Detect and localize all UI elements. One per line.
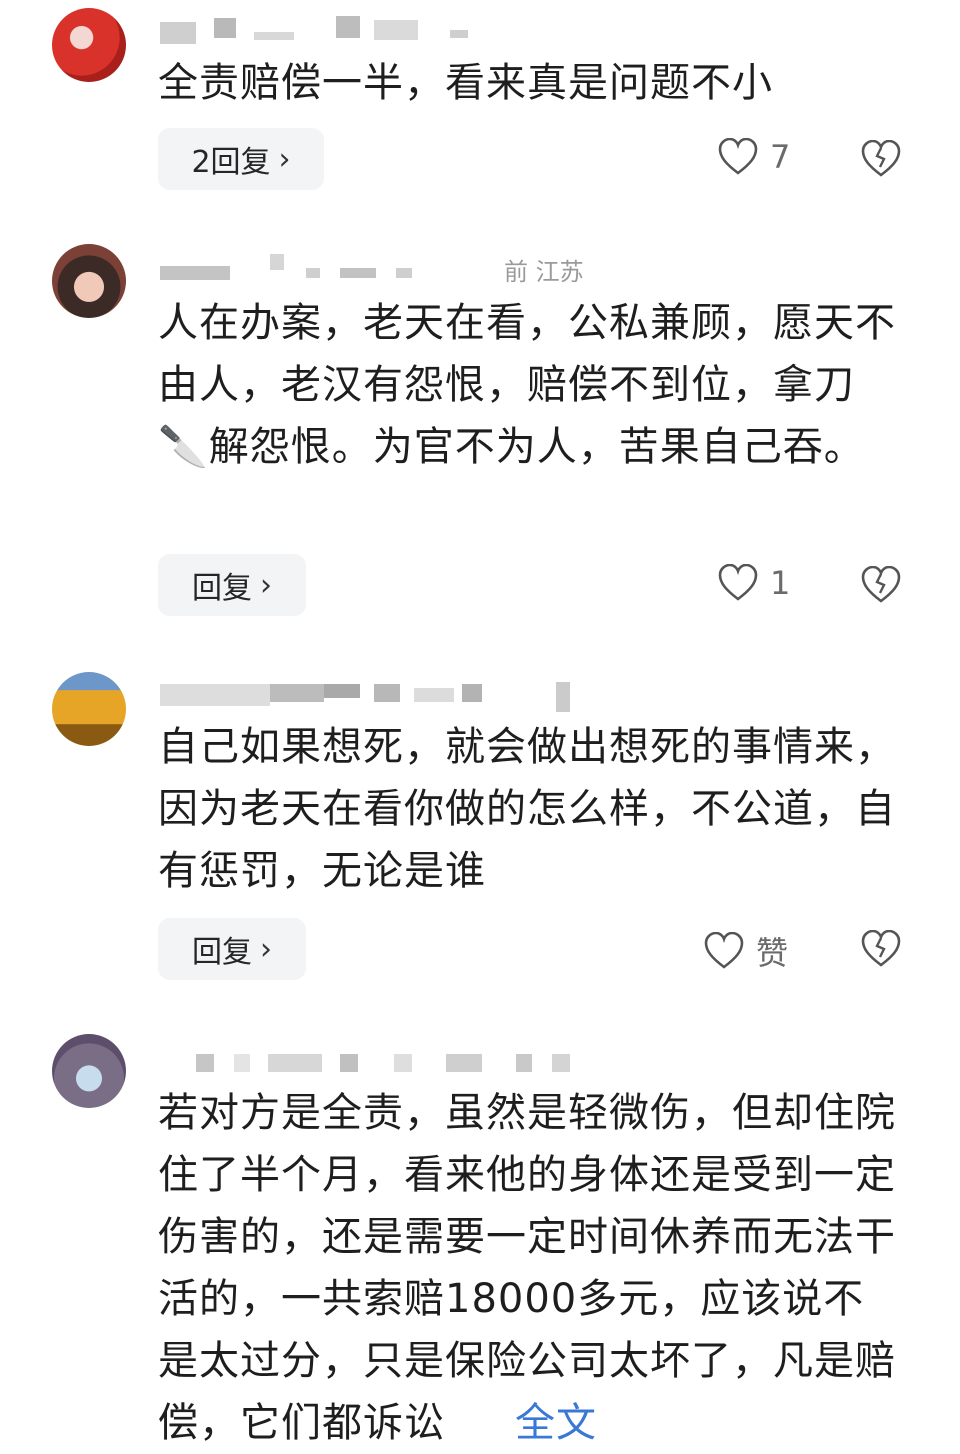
like-count: 7 — [770, 138, 791, 176]
chevron-right-icon: › — [260, 567, 272, 603]
comment-text: 全责赔偿一半，看来真是问题不小 — [158, 60, 773, 106]
chevron-right-icon: › — [260, 931, 272, 967]
broken-heart-icon[interactable] — [860, 566, 902, 604]
username-blurred[interactable] — [160, 1044, 680, 1074]
comment-text: 自己如果想死，就会做出想死的事情来，因为老天在看你做的怎么样，不公道，自有惩罚，… — [158, 724, 896, 894]
comment-text: 人在办案，老天在看，公私兼顾，愿天不由人，老汉有怨恨，赔偿不到位，拿刀🔪解怨恨。… — [158, 300, 896, 470]
avatar[interactable] — [52, 244, 126, 318]
username-blurred[interactable]: 前 江苏 — [160, 252, 680, 286]
username-blurred[interactable] — [160, 14, 680, 44]
like-button[interactable]: 赞 — [704, 928, 788, 974]
reply-button[interactable]: 回复 › — [158, 918, 306, 980]
reply-label: 回复 — [192, 571, 252, 606]
avatar[interactable] — [52, 1034, 126, 1108]
heart-outline-icon — [718, 564, 758, 601]
avatar[interactable] — [52, 672, 126, 746]
heart-outline-icon — [718, 138, 758, 175]
full-text-link[interactable]: 全文 — [515, 1400, 597, 1446]
like-button[interactable]: 1 — [718, 564, 790, 602]
broken-heart-icon[interactable] — [860, 140, 902, 178]
username-blurred[interactable] — [160, 678, 680, 712]
like-button[interactable]: 7 — [718, 138, 790, 176]
heart-outline-icon — [704, 932, 744, 969]
chevron-right-icon: › — [278, 141, 291, 177]
time-location: 前 江苏 — [504, 258, 584, 286]
reply-label: 回复 — [192, 935, 252, 970]
reply-button[interactable]: 2回复 › — [158, 128, 324, 190]
like-count: 1 — [770, 564, 791, 602]
comment-text: 若对方是全责，虽然是轻微伤，但却住院住了半个月，看来他的身体还是受到一定伤害的，… — [158, 1082, 898, 1454]
avatar[interactable] — [52, 8, 126, 82]
reply-button[interactable]: 回复 › — [158, 554, 306, 616]
like-label: 赞 — [756, 934, 789, 972]
reply-label: 2回复 — [191, 145, 271, 180]
comment-body: 若对方是全责，虽然是轻微伤，但却住院住了半个月，看来他的身体还是受到一定伤害的，… — [158, 1090, 896, 1446]
broken-heart-icon[interactable] — [860, 930, 902, 968]
